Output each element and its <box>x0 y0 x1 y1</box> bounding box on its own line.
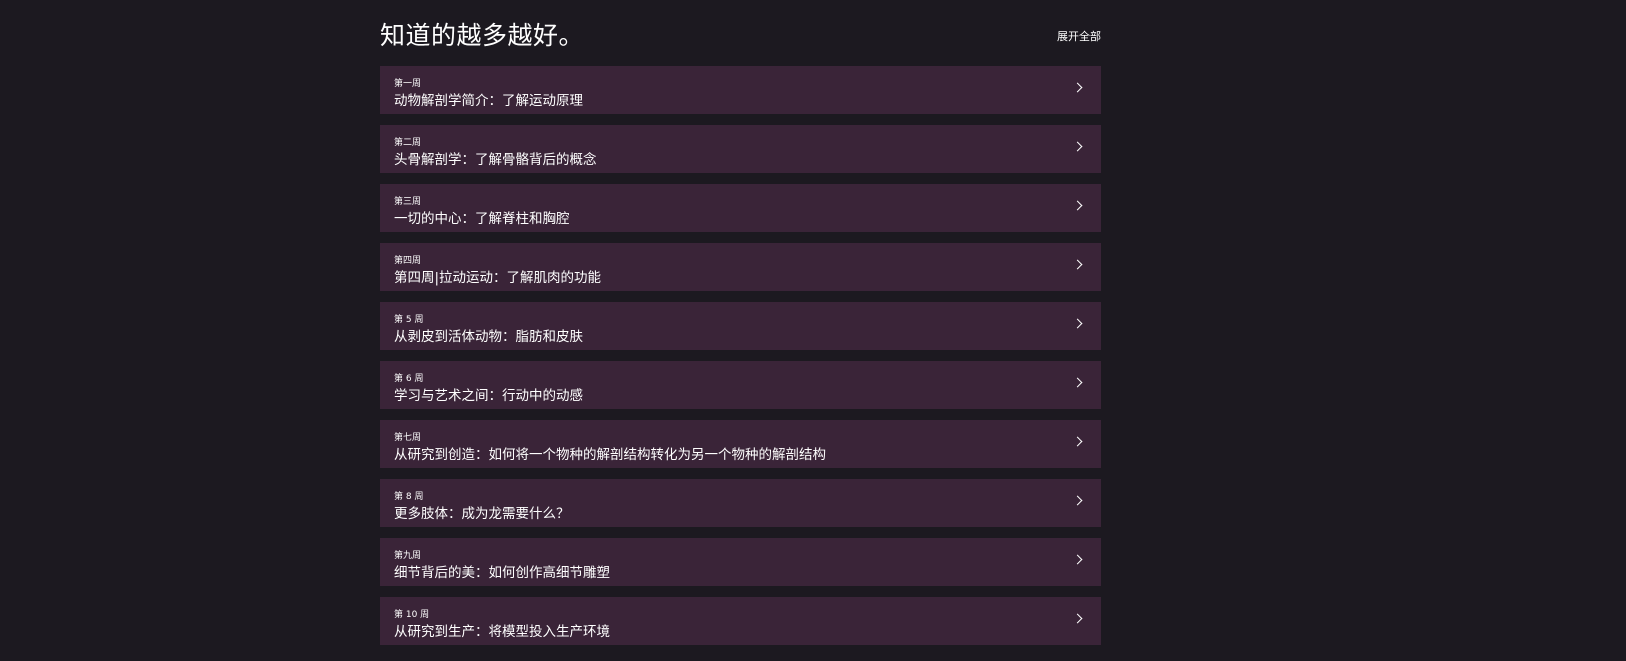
week-label: 第 6 周 <box>394 374 424 384</box>
week-label: 第三周 <box>394 197 422 207</box>
week-item-6[interactable]: 第 6 周 学习与艺术之间：行动中的动感 <box>380 361 1101 409</box>
week-title: 头骨解剖学：了解骨骼背后的概念 <box>394 152 597 168</box>
chevron-right-icon[interactable] <box>1072 318 1083 329</box>
week-item-5[interactable]: 第 5 周 从剥皮到活体动物：脂肪和皮肤 <box>380 302 1101 350</box>
week-title: 从研究到生产：将模型投入生产环境 <box>394 624 610 640</box>
chevron-right-icon[interactable] <box>1072 141 1083 152</box>
week-title: 第四周|拉动运动：了解肌肉的功能 <box>394 270 602 286</box>
week-title: 动物解剖学简介：了解运动原理 <box>394 93 583 109</box>
week-title: 学习与艺术之间：行动中的动感 <box>394 388 583 404</box>
week-title: 从剥皮到活体动物：脂肪和皮肤 <box>394 329 583 345</box>
week-item-3[interactable]: 第三周 一切的中心：了解脊柱和胸腔 <box>380 184 1101 232</box>
week-item-10[interactable]: 第 10 周 从研究到生产：将模型投入生产环境 <box>380 597 1101 645</box>
week-label: 第四周 <box>394 256 422 266</box>
week-title: 从研究到创造：如何将一个物种的解剖结构转化为另一个物种的解剖结构 <box>394 447 826 463</box>
week-label: 第一周 <box>394 79 422 89</box>
week-label: 第二周 <box>394 138 422 148</box>
chevron-right-icon[interactable] <box>1072 554 1083 565</box>
chevron-right-icon[interactable] <box>1072 495 1083 506</box>
week-item-1[interactable]: 第一周 动物解剖学简介：了解运动原理 <box>380 66 1101 114</box>
week-label: 第 5 周 <box>394 315 424 325</box>
week-label: 第 10 周 <box>394 610 430 620</box>
chevron-right-icon[interactable] <box>1072 613 1083 624</box>
week-title: 一切的中心：了解脊柱和胸腔 <box>394 211 570 227</box>
week-title: 更多肢体：成为龙需要什么？ <box>394 506 570 522</box>
page-title: 知道的越多越好。 <box>380 21 585 50</box>
chevron-right-icon[interactable] <box>1072 436 1083 447</box>
week-item-4[interactable]: 第四周 第四周|拉动运动：了解肌肉的功能 <box>380 243 1101 291</box>
chevron-right-icon[interactable] <box>1072 377 1083 388</box>
expand-all-button[interactable]: 展开全部 <box>1057 28 1101 44</box>
week-item-8[interactable]: 第 8 周 更多肢体：成为龙需要什么？ <box>380 479 1101 527</box>
week-label: 第 8 周 <box>394 492 424 502</box>
chevron-right-icon[interactable] <box>1072 200 1083 211</box>
chevron-right-icon[interactable] <box>1072 259 1083 270</box>
week-list: 第一周 动物解剖学简介：了解运动原理 第二周 头骨解剖学：了解骨骼背后的概念 第… <box>380 66 1101 656</box>
week-item-7[interactable]: 第七周 从研究到创造：如何将一个物种的解剖结构转化为另一个物种的解剖结构 <box>380 420 1101 468</box>
page-header: 知道的越多越好。 展开全部 <box>380 14 1101 54</box>
week-item-9[interactable]: 第九周 细节背后的美：如何创作高细节雕塑 <box>380 538 1101 586</box>
week-label: 第七周 <box>394 433 422 443</box>
week-item-2[interactable]: 第二周 头骨解剖学：了解骨骼背后的概念 <box>380 125 1101 173</box>
week-title: 细节背后的美：如何创作高细节雕塑 <box>394 565 610 581</box>
week-label: 第九周 <box>394 551 422 561</box>
chevron-right-icon[interactable] <box>1072 82 1083 93</box>
